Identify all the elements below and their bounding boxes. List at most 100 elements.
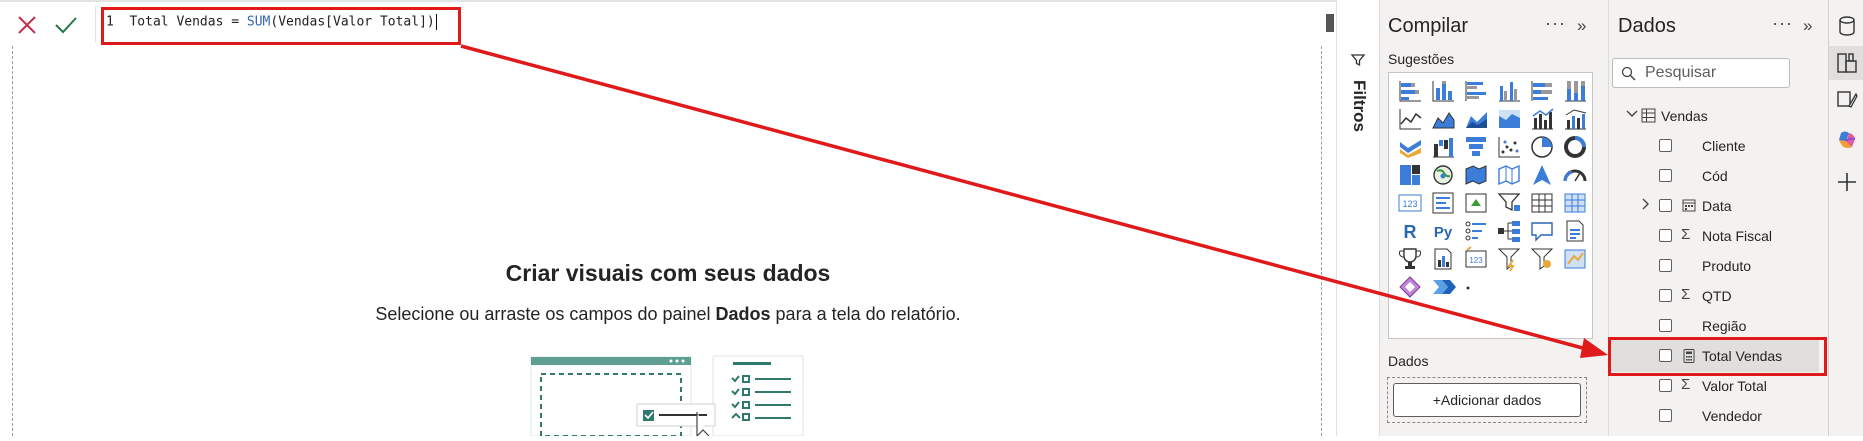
- cancel-formula-button[interactable]: [14, 12, 40, 38]
- field-row[interactable]: Produto: [1609, 252, 1819, 280]
- data-search-box[interactable]: [1612, 58, 1790, 88]
- build-collapse-button[interactable]: »: [1577, 16, 1586, 36]
- 100-stacked-area-chart-icon[interactable]: [1496, 106, 1522, 132]
- field-checkbox[interactable]: [1659, 289, 1672, 302]
- scatter-chart-icon[interactable]: [1496, 134, 1522, 160]
- field-label: QTD: [1702, 288, 1732, 304]
- field-row[interactable]: Σ Valor Total: [1609, 372, 1819, 400]
- field-checkbox[interactable]: [1659, 379, 1672, 392]
- build-pane: Compilar ··· » Sugestões 123 R Py 123 Da…: [1379, 0, 1608, 436]
- add-pane-button[interactable]: [1835, 170, 1859, 194]
- field-checkbox[interactable]: [1659, 199, 1672, 212]
- custom-visual-icon[interactable]: [1562, 246, 1588, 272]
- add-data-button[interactable]: +Adicionar dados: [1393, 383, 1581, 417]
- field-row[interactable]: Cód: [1609, 162, 1819, 190]
- stacked-area-chart-icon[interactable]: [1463, 106, 1489, 132]
- chevron-down-icon[interactable]: [1625, 107, 1639, 121]
- filled-map-icon[interactable]: [1463, 162, 1489, 188]
- slicer-icon[interactable]: [1496, 190, 1522, 216]
- 100-stacked-column-chart-icon[interactable]: [1562, 78, 1588, 104]
- chevron-right-icon[interactable]: [1639, 197, 1653, 211]
- field-checkbox[interactable]: [1659, 409, 1672, 422]
- power-apps-logo-icon[interactable]: [1397, 274, 1423, 300]
- map-icon[interactable]: [1430, 162, 1456, 188]
- area-chart-icon[interactable]: [1430, 106, 1456, 132]
- field-checkbox[interactable]: [1659, 169, 1672, 182]
- power-automate-logo-icon[interactable]: [1430, 274, 1456, 300]
- more-visuals-icon[interactable]: [1463, 274, 1489, 300]
- field-row[interactable]: Região: [1609, 312, 1819, 340]
- funnel-chart-icon[interactable]: [1463, 134, 1489, 160]
- power-apps-icon[interactable]: 123: [1463, 246, 1489, 272]
- clustered-column-chart-icon[interactable]: [1496, 78, 1522, 104]
- stacked-column-chart-icon[interactable]: [1430, 78, 1456, 104]
- filters-pane-top: [1336, 0, 1379, 46]
- formula-top-border: [0, 0, 1371, 2]
- add-data-dropzone[interactable]: +Adicionar dados: [1387, 377, 1587, 423]
- power-automate-icon[interactable]: [1496, 246, 1522, 272]
- data-pane-toggle[interactable]: [1835, 14, 1859, 38]
- field-row-data[interactable]: Data: [1609, 192, 1819, 220]
- field-row[interactable]: Σ QTD: [1609, 282, 1819, 310]
- data-collapse-button[interactable]: »: [1803, 16, 1812, 36]
- goals-icon[interactable]: [1397, 246, 1423, 272]
- decomposition-tree-icon[interactable]: [1496, 218, 1522, 244]
- data-more-options-button[interactable]: ···: [1772, 13, 1793, 34]
- formula-highlight-box: [101, 7, 461, 45]
- waterfall-chart-icon[interactable]: [1430, 134, 1456, 160]
- build-pane-toggle[interactable]: [1835, 51, 1859, 75]
- formula-bar: 1 Total Vendas = SUM(Vendas[Valor Total]…: [0, 0, 1371, 46]
- shape-map-icon[interactable]: [1496, 162, 1522, 188]
- field-row[interactable]: Cliente: [1609, 132, 1819, 160]
- report-canvas[interactable]: Criar visuais com seus dados Selecione o…: [0, 46, 1336, 438]
- field-label: Valor Total: [1702, 378, 1767, 394]
- filters-label[interactable]: Filtros: [1345, 80, 1369, 150]
- data-pane-title: Dados: [1618, 15, 1676, 37]
- data-search-input[interactable]: [1643, 63, 1783, 83]
- field-row[interactable]: Vendedor: [1609, 402, 1819, 430]
- visualization-gallery: 123 R Py 123: [1388, 72, 1593, 339]
- key-influencers-icon[interactable]: [1463, 218, 1489, 244]
- field-checkbox[interactable]: [1659, 259, 1672, 272]
- selected-field-highlight-box: [1608, 337, 1827, 376]
- matrix-icon[interactable]: [1562, 190, 1588, 216]
- field-row[interactable]: Σ Nota Fiscal: [1609, 222, 1819, 250]
- build-visual-icon: [1837, 53, 1857, 73]
- close-icon: [18, 16, 36, 34]
- gauge-icon[interactable]: [1562, 162, 1588, 188]
- paginated-report-icon[interactable]: [1430, 246, 1456, 272]
- database-icon: [1839, 16, 1855, 36]
- multi-row-card-icon[interactable]: [1430, 190, 1456, 216]
- formula-separator: [95, 6, 96, 42]
- qna-icon[interactable]: [1529, 218, 1555, 244]
- line-and-clustered-column-chart-icon[interactable]: [1562, 106, 1588, 132]
- format-pane-toggle[interactable]: [1835, 88, 1859, 112]
- r-visual-icon[interactable]: R: [1397, 218, 1423, 244]
- table-icon[interactable]: [1529, 190, 1555, 216]
- build-more-options-button[interactable]: ···: [1545, 13, 1566, 34]
- card-icon[interactable]: 123: [1397, 190, 1423, 216]
- copilot-pane-toggle[interactable]: [1835, 128, 1859, 152]
- treemap-icon[interactable]: [1397, 162, 1423, 188]
- pie-chart-icon[interactable]: [1529, 134, 1555, 160]
- filter-icon[interactable]: [1350, 52, 1366, 68]
- 100-stacked-bar-chart-icon[interactable]: [1529, 78, 1555, 104]
- kpi-icon[interactable]: [1463, 190, 1489, 216]
- field-checkbox[interactable]: [1659, 319, 1672, 332]
- arcgis-map-icon[interactable]: [1529, 246, 1555, 272]
- commit-formula-button[interactable]: [52, 12, 80, 38]
- azure-map-icon[interactable]: [1529, 162, 1555, 188]
- formula-scrollbar[interactable]: [1326, 14, 1334, 32]
- python-visual-icon[interactable]: Py: [1430, 218, 1456, 244]
- ribbon-chart-icon[interactable]: [1397, 134, 1423, 160]
- table-node-vendas[interactable]: Vendas: [1609, 102, 1819, 130]
- stacked-bar-chart-icon[interactable]: [1397, 78, 1423, 104]
- line-and-stacked-column-chart-icon[interactable]: [1529, 106, 1555, 132]
- donut-chart-icon[interactable]: [1562, 134, 1588, 160]
- field-checkbox[interactable]: [1659, 139, 1672, 152]
- smart-narrative-icon[interactable]: [1562, 218, 1588, 244]
- clustered-bar-chart-icon[interactable]: [1463, 78, 1489, 104]
- empty-canvas-illustration: [525, 352, 810, 438]
- field-checkbox[interactable]: [1659, 229, 1672, 242]
- line-chart-icon[interactable]: [1397, 106, 1423, 132]
